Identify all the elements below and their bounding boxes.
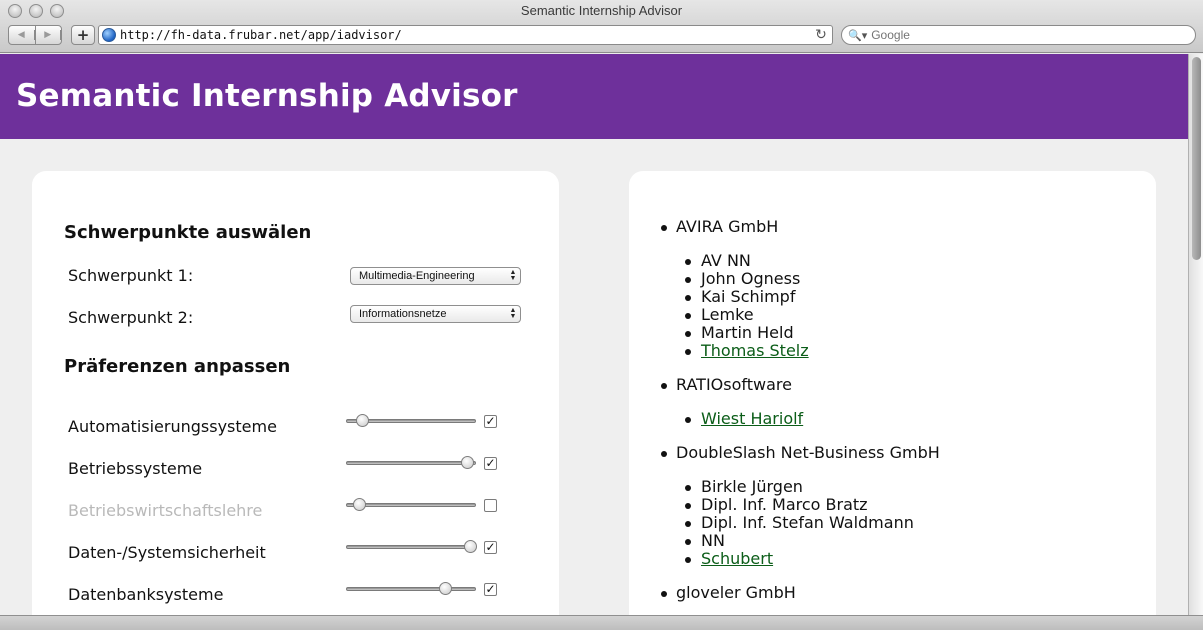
page-content: Schwerpunkte auswälen Schwerpunkt 1: Mul… <box>0 139 1188 615</box>
slider-thumb[interactable] <box>463 540 477 553</box>
preference-label: Datenbanksysteme <box>68 585 224 604</box>
contact-list: Birkle Jürgen Dipl. Inf. Marco Bratz Dipl.… <box>661 478 940 568</box>
contact-link[interactable]: Thomas Stelz <box>701 341 809 360</box>
window-title: Semantic Internship Advisor <box>520 3 683 18</box>
focus1-select[interactable]: Multimedia-Engineering ▲ ▼ <box>350 267 521 285</box>
scrollbar-thumb[interactable] <box>1192 57 1201 260</box>
slider-track[interactable] <box>346 545 476 549</box>
preference-checkbox[interactable] <box>484 499 497 512</box>
contact-name: Lemke <box>701 305 754 324</box>
contact-name: NN <box>701 531 725 550</box>
updown-arrows-icon: ▲ ▼ <box>509 307 517 320</box>
contact-item: NN <box>661 532 940 550</box>
company-name: DoubleSlash Net-Business GmbH <box>676 443 940 462</box>
navigation-buttons: ◀ ▶ <box>8 25 62 45</box>
contact-item: Kai Schimpf <box>661 288 940 306</box>
contact-item: Dipl. Inf. Marco Bratz <box>661 496 940 514</box>
slider-thumb[interactable] <box>353 498 366 511</box>
slider-track[interactable] <box>346 587 476 591</box>
slider-thumb[interactable] <box>460 456 474 469</box>
contact-item[interactable]: Wiest Hariolf <box>661 410 940 428</box>
contact-name: AV NN <box>701 251 751 270</box>
contact-item: John Ogness <box>661 270 940 288</box>
back-button[interactable]: ◀ <box>9 26 36 44</box>
preference-slider[interactable] <box>346 540 477 554</box>
contact-name: Birkle Jürgen <box>701 477 803 496</box>
status-bar <box>0 615 1203 630</box>
contact-item: AV NN <box>661 252 940 270</box>
back-arrow-icon: ◀ <box>9 30 35 40</box>
company-item: AVIRA GmbH <box>661 218 940 236</box>
search-input[interactable] <box>871 28 1172 42</box>
preference-slider[interactable] <box>346 582 476 596</box>
company-item: gloveler GmbH <box>661 584 940 602</box>
page-title: Semantic Internship Advisor <box>16 78 518 114</box>
focus1-label: Schwerpunkt 1: <box>68 266 194 285</box>
contact-name: Dipl. Inf. Stefan Waldmann <box>701 513 914 532</box>
focus-section-title: Schwerpunkte auswälen <box>64 222 312 243</box>
contact-item: Birkle Jürgen <box>661 478 940 496</box>
contact-list: AV NN John Ogness Kai Schimpf Lemke Martin H… <box>661 252 940 360</box>
preference-checkbox[interactable]: ✓ <box>484 457 497 470</box>
add-bookmark-button[interactable]: + <box>71 25 95 45</box>
vertical-scrollbar[interactable] <box>1188 54 1203 615</box>
contact-name: John Ogness <box>701 269 801 288</box>
focus2-select-value: Informationsnetze <box>359 308 447 320</box>
preference-slider[interactable] <box>346 456 476 470</box>
forward-arrow-icon: ▶ <box>36 30 61 40</box>
company-item: RATIOsoftware <box>661 376 940 394</box>
contact-name: Dipl. Inf. Marco Bratz <box>701 495 868 514</box>
preference-slider[interactable] <box>346 414 476 428</box>
address-bar[interactable]: http://fh-data.frubar.net/app/iadvisor/ … <box>98 25 833 45</box>
forward-button[interactable]: ▶ <box>36 26 61 44</box>
results-panel: AVIRA GmbH AV NN John Ogness Kai Schimpf Lem… <box>629 171 1156 615</box>
contact-item: Martin Held <box>661 324 940 342</box>
preference-checkbox[interactable]: ✓ <box>484 541 497 554</box>
focus1-select-value: Multimedia-Engineering <box>359 270 475 282</box>
contact-link[interactable]: Wiest Hariolf <box>701 409 803 428</box>
company-item: DoubleSlash Net-Business GmbH <box>661 444 940 462</box>
preference-slider[interactable] <box>346 498 476 512</box>
url-text[interactable]: http://fh-data.frubar.net/app/iadvisor/ <box>120 28 810 42</box>
contact-item[interactable]: Schubert <box>661 550 940 568</box>
search-field[interactable]: 🔍▾ <box>841 25 1196 45</box>
browser-toolbar: Semantic Internship Advisor ◀ ▶ + http:/… <box>0 0 1203 53</box>
settings-panel: Schwerpunkte auswälen Schwerpunkt 1: Mul… <box>32 171 559 615</box>
preference-label: Daten-/Systemsicherheit <box>68 543 266 562</box>
preference-checkbox[interactable]: ✓ <box>484 415 497 428</box>
contact-list: Wiest Hariolf <box>661 410 940 428</box>
contact-link[interactable]: Schubert <box>701 549 773 568</box>
company-name: AVIRA GmbH <box>676 217 779 236</box>
contact-name: Martin Held <box>701 323 794 342</box>
company-name: RATIOsoftware <box>676 375 792 394</box>
company-ul: AVIRA GmbH AV NN John Ogness Kai Schimpf Lem… <box>661 218 940 615</box>
focus2-select[interactable]: Informationsnetze ▲ ▼ <box>350 305 521 323</box>
contact-item[interactable]: Thomas Stelz <box>661 342 940 360</box>
preference-label: Betriebssysteme <box>68 459 203 478</box>
slider-thumb[interactable] <box>438 582 452 595</box>
contact-name: Kai Schimpf <box>701 287 796 306</box>
preference-label: Automatisierungssysteme <box>68 417 277 436</box>
site-header: Semantic Internship Advisor <box>0 54 1188 139</box>
reload-icon[interactable]: ↻ <box>810 27 832 43</box>
preference-checkbox[interactable]: ✓ <box>484 583 497 596</box>
contact-item: Lemke <box>661 306 940 324</box>
company-name: gloveler GmbH <box>676 583 796 602</box>
preferences-section-title: Präferenzen anpassen <box>64 356 291 377</box>
globe-icon <box>102 28 116 42</box>
slider-thumb[interactable] <box>355 414 369 427</box>
company-list: AVIRA GmbH AV NN John Ogness Kai Schimpf Lem… <box>661 218 940 615</box>
focus2-label: Schwerpunkt 2: <box>68 308 194 327</box>
preference-label: Betriebswirtschaftslehre <box>68 501 263 520</box>
search-icon[interactable]: 🔍▾ <box>848 29 867 42</box>
updown-arrows-icon: ▲ ▼ <box>509 269 517 282</box>
contact-item: Dipl. Inf. Stefan Waldmann <box>661 514 940 532</box>
slider-track[interactable] <box>346 461 476 465</box>
